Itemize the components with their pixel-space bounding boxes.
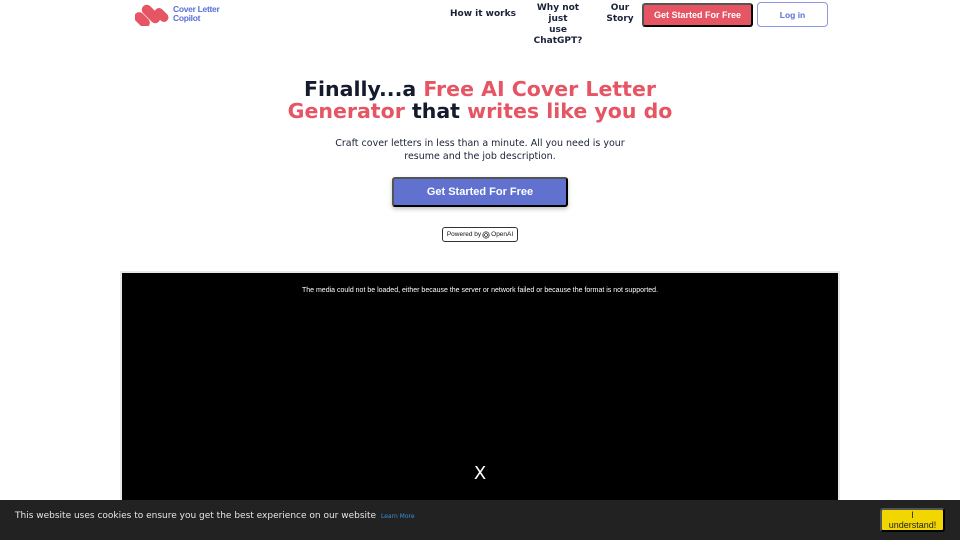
nav-why-line2: use ChatGPT? [533, 25, 583, 46]
openai-label: OpenAI [491, 231, 514, 238]
cookie-banner: This website uses cookies to ensure you … [0, 500, 960, 540]
hero-title-part2: that [404, 99, 468, 123]
cookie-accept-line1: I [911, 510, 914, 520]
nav-get-started-button[interactable]: Get Started For Free [642, 3, 753, 27]
powered-by-label: Powered by [446, 231, 482, 238]
login-button[interactable]: Log in [757, 2, 828, 27]
cookie-accept-line2: understand! [888, 520, 937, 530]
hero-subtitle-line1: Craft cover letters in less than a minut… [335, 138, 625, 149]
site-header: Cover Letter Copilot How it works Why no… [0, 0, 960, 46]
cookie-message-text: This website uses cookies to ensure you … [15, 511, 377, 521]
nav-why-not-chatgpt[interactable]: Why not just use ChatGPT? [526, 3, 590, 47]
nav-story-line2: Story [606, 14, 634, 24]
hero-get-started-button[interactable]: Get Started For Free [392, 177, 568, 207]
cookie-accept-button[interactable]: I understand! [880, 508, 945, 532]
nav-why-line1: Why not just [536, 3, 580, 24]
nav-how-it-works[interactable]: How it works [450, 9, 516, 20]
hero-subtitle-line2: resume and the job description. [404, 151, 556, 162]
hero-title-accent1: Free AI Cover Letter [423, 77, 656, 101]
hero-title-accent2: Generator [287, 99, 405, 123]
openai-icon [482, 230, 490, 239]
nav-our-story[interactable]: Our Story [604, 3, 636, 25]
video-error-message: The media could not be loaded, either be… [301, 287, 659, 294]
cookie-message: This website uses cookies to ensure you … [15, 511, 415, 521]
hero-title-accent3: writes like you do [467, 99, 673, 123]
main-nav: How it works Why not just use ChatGPT? O… [0, 0, 960, 46]
hero-title: Finally...a Free AI Cover Letter Generat… [0, 78, 960, 122]
nav-story-line1: Our [610, 3, 630, 13]
video-close-icon[interactable]: X [122, 463, 838, 484]
powered-by-openai-badge[interactable]: Powered by OpenAI [442, 227, 518, 242]
hero-title-part1: Finally...a [304, 77, 424, 101]
hero-subtitle: Craft cover letters in less than a minut… [330, 137, 630, 163]
cookie-learn-more-link[interactable]: Learn More [381, 513, 415, 520]
